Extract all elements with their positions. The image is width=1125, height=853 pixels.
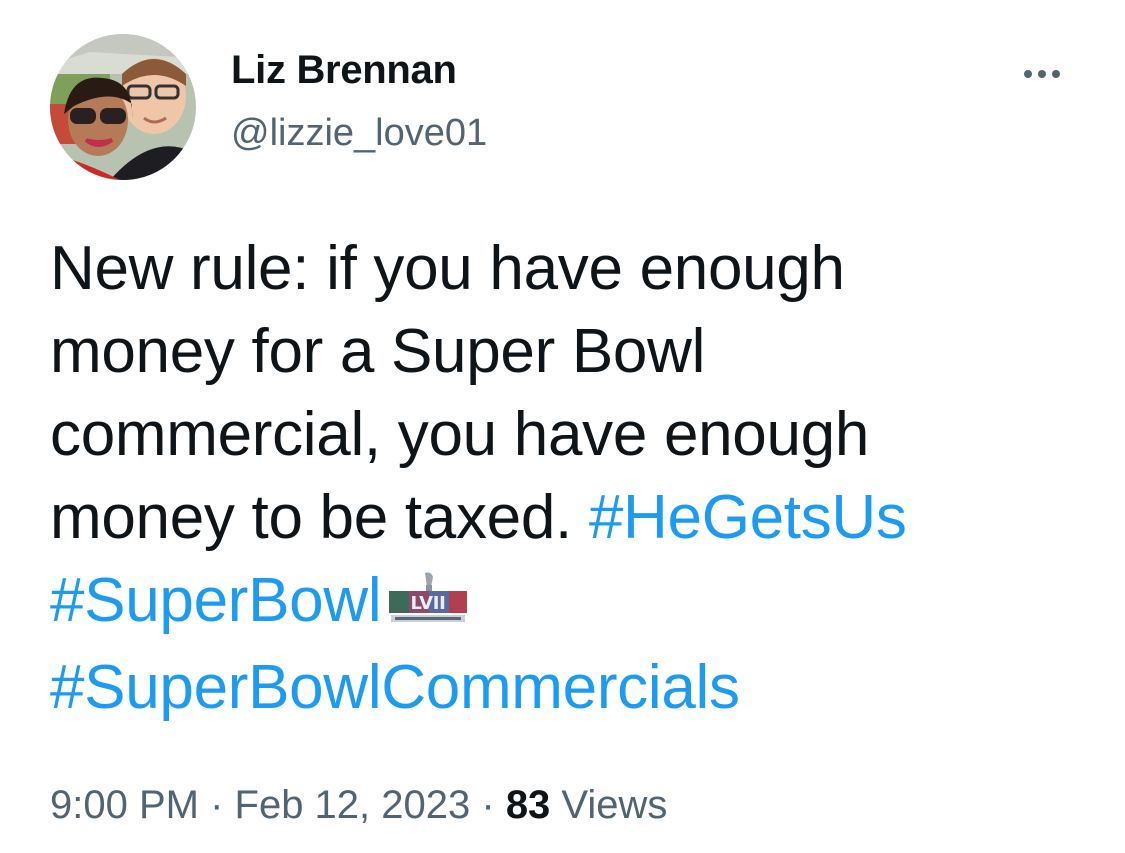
tweet-text-line: New rule: if you have enough (50, 234, 845, 303)
more-options-icon (1024, 70, 1032, 78)
hashtag-superbowl[interactable]: #SuperBowl (50, 566, 382, 635)
tweet-text-line: commercial, you have enough (50, 400, 870, 469)
svg-text:LVII: LVII (411, 593, 446, 614)
avatar-photo (50, 34, 196, 180)
hashtag-hegetsus[interactable]: #HeGetsUs (589, 483, 907, 552)
tweet-text-line: #SuperBowl LVII (50, 559, 1110, 646)
tweet-text-line: money to be taxed. #HeGetsUs (50, 476, 1110, 559)
avatar[interactable] (50, 34, 196, 180)
tweet-meta: 9:00 PM · Feb 12, 2023 · 83 Views (50, 778, 667, 832)
tweet-time[interactable]: 9:00 PM (50, 783, 199, 827)
meta-separator: · (198, 783, 235, 827)
super-bowl-lvii-logo-icon: LVII (387, 563, 469, 646)
more-options-button[interactable] (1010, 56, 1074, 92)
hashtag-superbowlcommercials[interactable]: #SuperBowlCommercials (50, 653, 740, 722)
meta-separator: · (470, 783, 506, 827)
tweet-card: Liz Brennan @lizzie_love01 New rule: if … (0, 0, 1125, 853)
views-count: 83 (505, 783, 551, 827)
tweet-text: New rule: if you have enough money for a… (50, 227, 1110, 729)
tweet-text-line: money for a Super Bowl (50, 317, 706, 386)
tweet-date[interactable]: Feb 12, 2023 (235, 783, 471, 827)
views-label: Views (550, 783, 668, 827)
more-options-icon-dot (1038, 70, 1046, 78)
views-link[interactable]: 83 Views (506, 783, 668, 827)
tweet-text-line: #SuperBowlCommercials (50, 646, 1110, 729)
tweet-text-segment: money to be taxed. (50, 483, 589, 552)
author-handle[interactable]: @lizzie_love01 (231, 108, 487, 158)
author-name[interactable]: Liz Brennan (231, 44, 457, 96)
more-options-icon-dot (1052, 70, 1060, 78)
